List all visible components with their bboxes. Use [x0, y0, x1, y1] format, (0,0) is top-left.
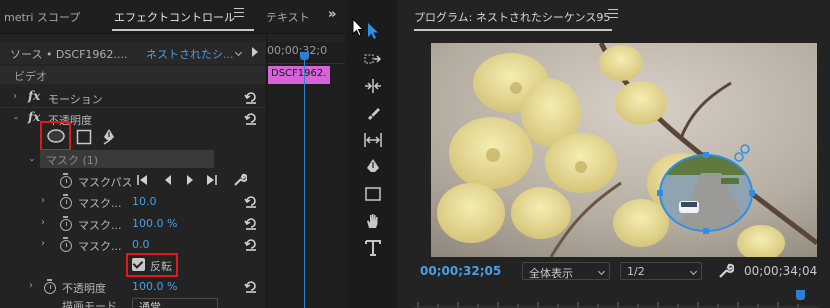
fx-icon[interactable]: fx: [28, 110, 40, 124]
reset-icon[interactable]: [244, 111, 258, 125]
stopwatch-icon[interactable]: [44, 279, 56, 294]
ripple-edit-tool-icon[interactable]: [364, 77, 382, 95]
zoom-fit-value: 全体表示: [529, 267, 573, 280]
blend-mode-label: 描画モード: [62, 300, 117, 308]
source-clip-selector[interactable]: ソース • DSCF1962....: [10, 46, 127, 62]
playhead-handle[interactable]: [300, 52, 309, 60]
mask-feather-row: › マスク... 10.0: [0, 191, 266, 211]
stopwatch-icon[interactable]: [60, 237, 72, 252]
play-arrow-icon[interactable]: [252, 47, 258, 57]
mask-expansion-row: › マスク... 0.0: [0, 234, 266, 254]
playback-resolution-dropdown[interactable]: 1/2: [620, 262, 702, 280]
property-value[interactable]: 100.0 %: [132, 280, 177, 293]
tab-overflow-icon[interactable]: »: [328, 7, 336, 22]
preview-frame-image: [431, 43, 817, 257]
opacity-value-row: › 不透明度 100.0 %: [0, 276, 266, 296]
reset-icon[interactable]: [244, 216, 258, 230]
stopwatch-icon[interactable]: [60, 194, 72, 209]
section-label: ビデオ: [14, 70, 47, 83]
zoom-fit-dropdown[interactable]: 全体表示: [522, 262, 610, 280]
mask-path-row: マスクパス: [0, 170, 266, 190]
mask-opacity-row: › マスク... 100.0 %: [0, 213, 266, 233]
current-timecode[interactable]: 00;00;32;05: [420, 264, 501, 278]
tab-lumetri-scopes[interactable]: metri スコープ: [4, 9, 80, 25]
section-header-video: ビデオ: [0, 66, 266, 84]
tab-effect-controls[interactable]: エフェクトコントロール: [114, 9, 235, 25]
property-label: マスク...: [78, 240, 122, 253]
chevron-down-icon: [689, 267, 698, 276]
property-value[interactable]: 0.0: [132, 238, 150, 251]
program-time-ruler[interactable]: [414, 290, 818, 308]
reset-icon[interactable]: [244, 90, 258, 104]
rectangle-tool-icon[interactable]: [364, 185, 382, 203]
blend-mode-dropdown[interactable]: 通常: [132, 298, 218, 308]
panel-menu-icon[interactable]: [608, 9, 618, 21]
total-duration-timecode: 00;00;34;04: [744, 264, 818, 278]
tools-panel: [348, 0, 396, 308]
property-value[interactable]: 100.0 %: [132, 217, 177, 230]
mask-track-controls: [137, 175, 217, 185]
reset-icon[interactable]: [244, 194, 258, 208]
program-playhead-handle[interactable]: [796, 290, 805, 300]
blend-mode-value: 通常: [139, 301, 161, 308]
mask-header-label: マスク (1): [46, 154, 99, 167]
slip-tool-icon[interactable]: [364, 131, 382, 149]
mask-header[interactable]: マスク (1): [40, 150, 214, 168]
razor-tool-icon[interactable]: [364, 104, 382, 122]
effect-controls-panel: metri スコープ エフェクトコントロール テキスト » ソース • DSCF…: [0, 0, 345, 308]
video-preview[interactable]: [431, 43, 817, 257]
stopwatch-icon[interactable]: [60, 173, 72, 188]
sequence-clip-selector[interactable]: ネストされたシ...: [146, 46, 234, 62]
chevron-down-icon: [597, 267, 606, 276]
selection-tool-icon[interactable]: [364, 22, 382, 40]
property-label: マスク...: [78, 219, 122, 232]
effect-row-motion[interactable]: › fx モーション: [0, 87, 266, 107]
playhead-line[interactable]: [304, 58, 305, 308]
fx-icon[interactable]: fx: [28, 89, 40, 103]
property-label: マスクパス: [78, 176, 133, 189]
panel-tab-bar: metri スコープ エフェクトコントロール テキスト »: [0, 0, 345, 34]
chevron-down-icon[interactable]: ›: [10, 113, 21, 123]
pen-tool-icon[interactable]: [364, 158, 382, 176]
wrench-icon[interactable]: [718, 263, 734, 279]
tab-menu-icon[interactable]: [234, 8, 244, 20]
invert-checkbox[interactable]: [132, 258, 145, 271]
reset-icon[interactable]: [244, 237, 258, 251]
active-tab-indicator: [414, 29, 612, 31]
track-select-tool-icon[interactable]: [364, 50, 382, 68]
wrench-icon[interactable]: [233, 173, 247, 187]
property-label: 不透明度: [62, 282, 106, 295]
resolution-value: 1/2: [627, 265, 645, 278]
chevron-right-icon[interactable]: ›: [10, 92, 20, 102]
property-label: マスク...: [78, 197, 122, 210]
property-value[interactable]: 10.0: [132, 195, 157, 208]
type-tool-icon[interactable]: [364, 239, 382, 257]
tab-text[interactable]: テキスト: [266, 9, 310, 25]
rectangle-mask-icon[interactable]: [76, 129, 92, 145]
chevron-right-icon[interactable]: ›: [38, 239, 48, 249]
hand-tool-icon[interactable]: [364, 212, 382, 230]
pen-mask-icon[interactable]: [101, 128, 117, 146]
program-monitor-title[interactable]: プログラム: ネストされたシーケンス95: [414, 9, 610, 25]
invert-label: 反転: [150, 260, 172, 273]
ellipse-mask-icon[interactable]: [46, 128, 66, 144]
source-sequence-bar: ソース • DSCF1962.... ネストされたシ...: [0, 42, 266, 64]
track-backward-icon: [137, 175, 147, 185]
chevron-down-icon[interactable]: [234, 48, 243, 57]
program-monitor-panel: プログラム: ネストされたシーケンス95 00;00;32;05 全体表示 1/…: [398, 0, 830, 308]
chevron-down-icon[interactable]: ›: [26, 155, 37, 165]
reset-icon[interactable]: [244, 279, 258, 293]
stopwatch-icon[interactable]: [60, 216, 72, 231]
timeline-clip[interactable]: DSCF1962.: [268, 66, 330, 84]
chevron-right-icon[interactable]: ›: [38, 196, 48, 206]
chevron-right-icon[interactable]: ›: [26, 281, 36, 291]
chevron-right-icon[interactable]: ›: [38, 218, 48, 228]
mouse-cursor-icon: [352, 18, 365, 37]
effect-label: モーション: [48, 93, 103, 106]
active-tab-indicator: [112, 29, 254, 31]
